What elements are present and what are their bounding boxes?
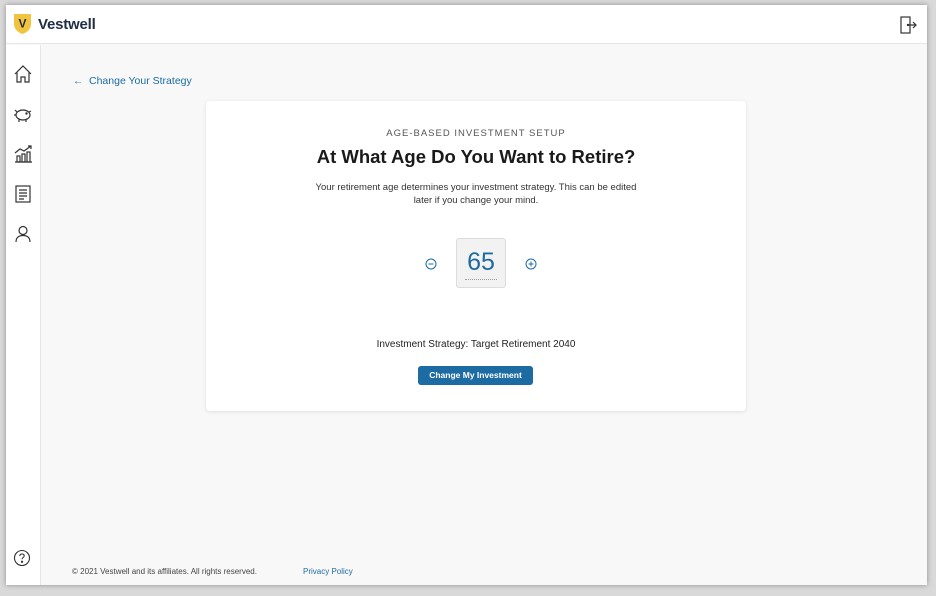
change-investment-button[interactable]: Change My Investment <box>418 366 533 385</box>
plus-circle-icon <box>525 258 537 270</box>
back-arrow-icon: ← <box>73 75 83 87</box>
privacy-policy-link[interactable]: Privacy Policy <box>303 567 353 576</box>
decrement-age-button[interactable] <box>425 258 437 270</box>
minus-circle-icon <box>425 258 437 270</box>
piggy-bank-icon[interactable] <box>12 103 34 125</box>
retirement-age-input[interactable]: 65 <box>456 238 506 288</box>
footer-copyright: © 2021 Vestwell and its affiliates. All … <box>72 567 257 576</box>
age-underline <box>465 279 497 280</box>
top-bar: V Vestwell <box>6 5 927 44</box>
logo-letter: V <box>18 17 26 31</box>
growth-chart-icon[interactable] <box>12 143 34 165</box>
user-icon[interactable] <box>12 223 34 245</box>
vestwell-logo[interactable]: V Vestwell <box>13 13 96 35</box>
brand-name: Vestwell <box>38 15 96 33</box>
increment-age-button[interactable] <box>525 258 537 270</box>
investment-strategy-text: Investment Strategy: Target Retirement 2… <box>376 339 576 350</box>
shield-logo-icon: V <box>14 14 31 34</box>
home-icon[interactable] <box>12 63 34 85</box>
card-description: Your retirement age determines your inve… <box>315 182 637 206</box>
retirement-age-card: AGE-BASED INVESTMENT SETUP At What Age D… <box>206 101 746 411</box>
change-strategy-link[interactable]: ← Change Your Strategy <box>73 75 192 87</box>
document-icon[interactable] <box>12 183 34 205</box>
page-title: At What Age Do You Want to Retire? <box>316 146 636 167</box>
help-circle-icon[interactable] <box>13 549 31 567</box>
sidebar-nav <box>6 45 41 585</box>
age-value: 65 <box>467 248 495 276</box>
back-link-label: Change Your Strategy <box>89 75 192 87</box>
card-eyebrow: AGE-BASED INVESTMENT SETUP <box>386 128 566 139</box>
app-window: V Vestwell ← Change Your Strategy AGE-BA… <box>6 5 927 585</box>
logout-door-icon[interactable] <box>897 14 919 36</box>
